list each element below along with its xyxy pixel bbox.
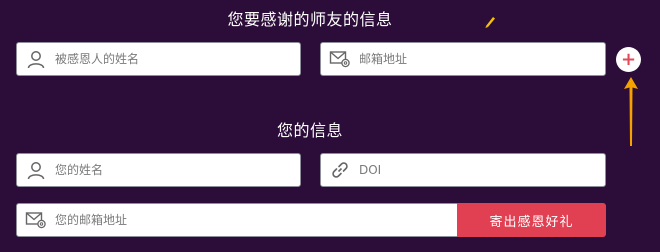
thanked-email-field[interactable] bbox=[320, 42, 606, 76]
user-icon bbox=[17, 43, 55, 75]
your-section-title: 您的信息 bbox=[276, 121, 343, 140]
arrow-annotation bbox=[624, 77, 638, 146]
send-gift-button[interactable]: 寄出感恩好礼 bbox=[457, 203, 606, 237]
thanked-section-title: 您要感谢的师友的信息 bbox=[227, 10, 393, 29]
mail-icon bbox=[321, 43, 359, 75]
add-person-button[interactable]: + bbox=[616, 47, 641, 72]
pencil-annotation-icon bbox=[485, 17, 495, 28]
mail-icon bbox=[17, 204, 55, 236]
user-icon bbox=[17, 154, 55, 186]
doi-input[interactable] bbox=[359, 155, 605, 185]
thanked-name-input[interactable] bbox=[55, 44, 300, 74]
link-icon bbox=[321, 154, 359, 186]
doi-field[interactable] bbox=[320, 153, 606, 187]
your-email-field[interactable] bbox=[16, 203, 458, 237]
thanked-name-field[interactable] bbox=[16, 42, 301, 76]
your-email-input[interactable] bbox=[55, 205, 457, 235]
plus-icon: + bbox=[620, 48, 637, 70]
thanked-email-input[interactable] bbox=[359, 44, 605, 74]
your-name-field[interactable] bbox=[16, 153, 301, 187]
your-name-input[interactable] bbox=[55, 155, 300, 185]
